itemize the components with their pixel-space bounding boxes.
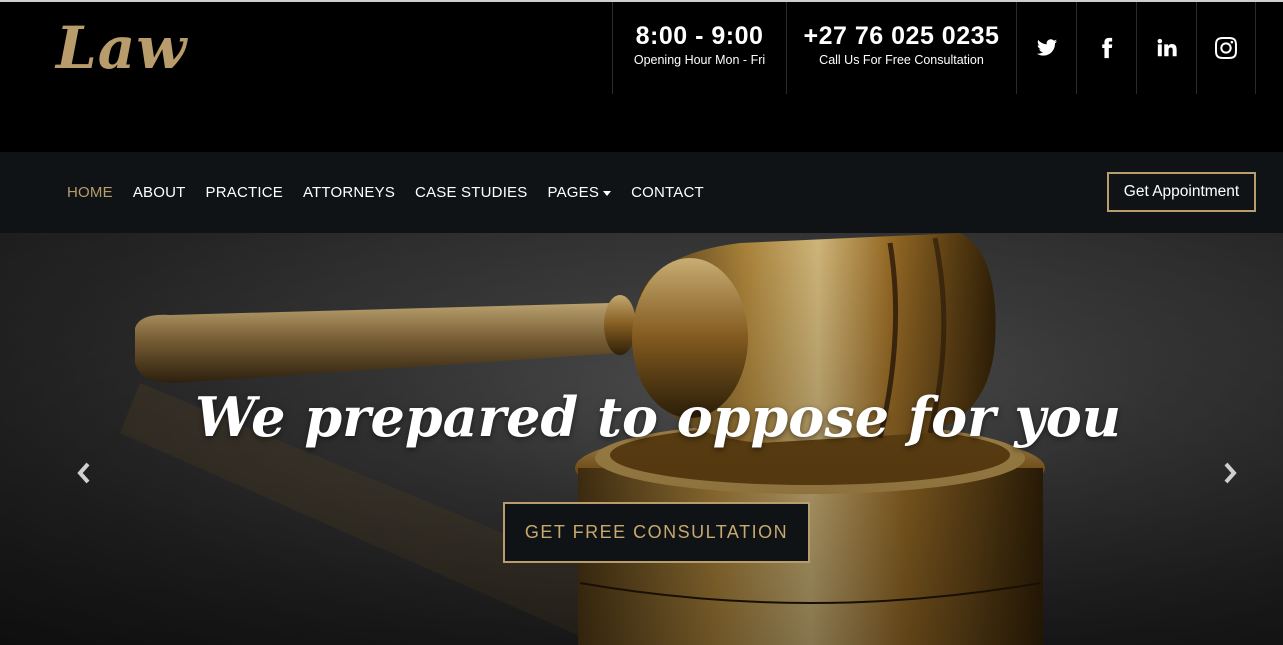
instagram-icon xyxy=(1215,37,1237,59)
chevron-right-icon xyxy=(1224,462,1237,484)
nav-item-pages-label: PAGES xyxy=(547,184,600,201)
nav-item-attorneys[interactable]: ATTORNEYS xyxy=(303,184,395,201)
logo[interactable]: Law xyxy=(56,14,187,82)
slider-prev-button[interactable] xyxy=(72,461,96,485)
nav-item-about[interactable]: ABOUT xyxy=(133,184,186,201)
hero-slider: We prepared to oppose for you GET FREE C… xyxy=(0,233,1283,645)
facebook-icon xyxy=(1101,37,1112,59)
linkedin-link[interactable] xyxy=(1136,2,1196,94)
twitter-link[interactable] xyxy=(1016,2,1076,94)
nav-item-pages[interactable]: PAGES xyxy=(547,184,612,201)
opening-hours-block: 8:00 - 9:00 Opening Hour Mon - Fri xyxy=(612,2,786,94)
get-appointment-button[interactable]: Get Appointment xyxy=(1107,172,1256,212)
facebook-link[interactable] xyxy=(1076,2,1136,94)
caret-down-icon xyxy=(603,190,612,196)
nav-menu: HOME ABOUT PRACTICE ATTORNEYS CASE STUDI… xyxy=(67,152,724,233)
opening-hours-time: 8:00 - 9:00 xyxy=(635,22,764,50)
chevron-left-icon xyxy=(77,462,90,484)
nav-item-case-studies[interactable]: CASE STUDIES xyxy=(415,184,527,201)
linkedin-icon xyxy=(1157,38,1177,57)
nav-item-home[interactable]: HOME xyxy=(67,184,113,201)
nav-item-contact[interactable]: CONTACT xyxy=(631,184,704,201)
phone-block: +27 76 025 0235 Call Us For Free Consult… xyxy=(786,2,1016,94)
hero-title: We prepared to oppose for you xyxy=(194,385,1122,449)
instagram-link[interactable] xyxy=(1196,2,1256,94)
phone-number[interactable]: +27 76 025 0235 xyxy=(787,22,1016,51)
top-bar: Law 8:00 - 9:00 Opening Hour Mon - Fri +… xyxy=(0,0,1283,152)
nav-item-practice[interactable]: PRACTICE xyxy=(206,184,283,201)
opening-hours-label: Opening Hour Mon - Fri xyxy=(633,53,766,67)
twitter-icon xyxy=(1036,39,1057,56)
phone-label: Call Us For Free Consultation xyxy=(819,53,984,67)
main-navigation: HOME ABOUT PRACTICE ATTORNEYS CASE STUDI… xyxy=(0,152,1283,233)
get-free-consultation-button[interactable]: GET FREE CONSULTATION xyxy=(503,502,810,563)
slider-next-button[interactable] xyxy=(1218,461,1242,485)
